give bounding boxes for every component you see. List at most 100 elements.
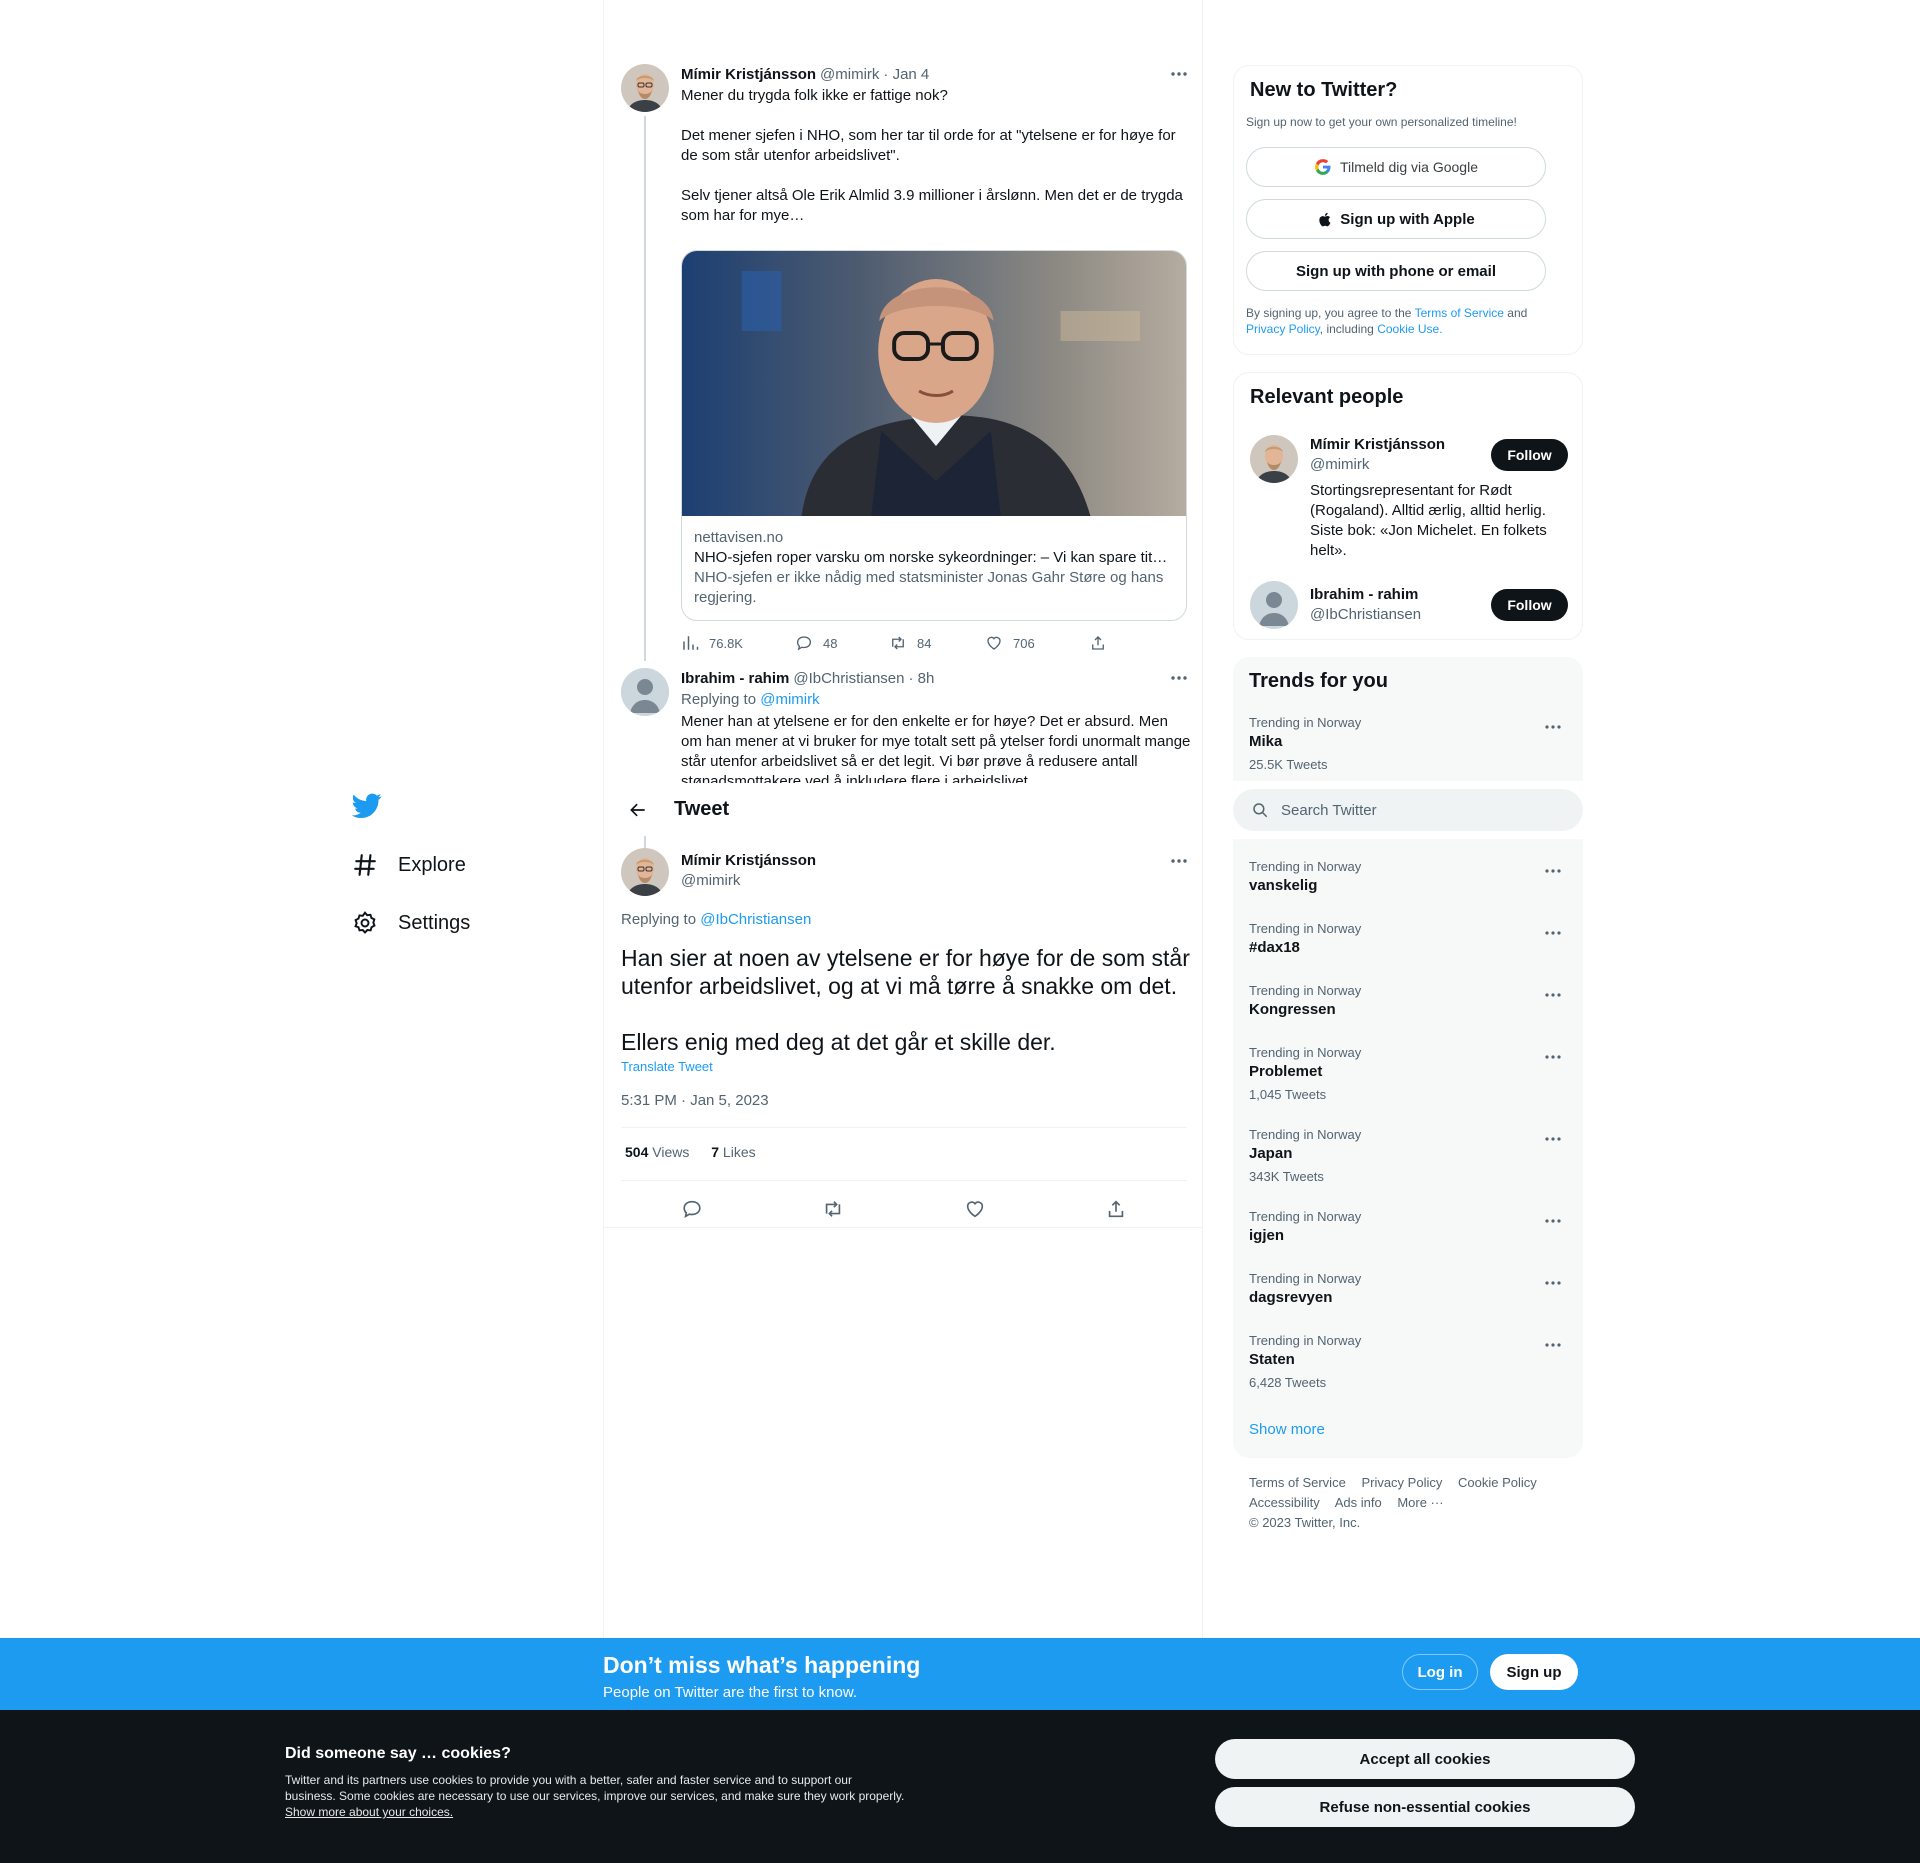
heart-icon[interactable] bbox=[964, 1198, 986, 1220]
like-action[interactable]: 706 bbox=[985, 634, 1089, 652]
tweet-time[interactable]: · 8h bbox=[908, 670, 934, 687]
footer-more-link[interactable]: More ··· bbox=[1397, 1495, 1443, 1510]
cookie-banner: Did someone say … cookies? Twitter and i… bbox=[0, 1710, 1920, 1863]
trend-item[interactable]: Trending in Norway Staten 6,428 Tweets bbox=[1233, 1333, 1583, 1399]
avatar[interactable] bbox=[1250, 581, 1298, 629]
twitter-logo-icon[interactable] bbox=[351, 790, 384, 822]
signup-bar-subheading: People on Twitter are the first to know. bbox=[603, 1684, 858, 1701]
nav-item-settings[interactable]: Settings bbox=[352, 903, 470, 943]
author-name[interactable]: Mímir Kristjánsson bbox=[681, 851, 816, 871]
more-options-icon[interactable] bbox=[1541, 861, 1565, 881]
share-icon[interactable] bbox=[1105, 1198, 1127, 1220]
trend-context: Trending in Norway bbox=[1249, 1045, 1362, 1060]
refuse-cookies-button[interactable]: Refuse non-essential cookies bbox=[1215, 1787, 1635, 1827]
google-signup-button[interactable]: Tilmeld dig via Google bbox=[1246, 147, 1546, 187]
thread-line bbox=[644, 116, 646, 661]
more-options-icon[interactable] bbox=[1541, 717, 1565, 737]
tweet-time[interactable]: · Jan 4 bbox=[883, 66, 929, 83]
person-handle[interactable]: @mimirk bbox=[1310, 455, 1445, 475]
person-name[interactable]: Ibrahim - rahim bbox=[1310, 585, 1421, 605]
author-handle[interactable]: @IbChristiansen bbox=[793, 670, 904, 687]
person-item[interactable]: Mímir Kristjánsson @mimirk Follow Storti… bbox=[1234, 431, 1584, 561]
cookie-text: Twitter and its partners use cookies to … bbox=[285, 1773, 905, 1803]
phone-email-signup-button[interactable]: Sign up with phone or email bbox=[1246, 251, 1546, 291]
tweet-timestamp[interactable]: 5:31 PM · Jan 5, 2023 bbox=[621, 1092, 769, 1109]
trend-context: Trending in Norway bbox=[1249, 1271, 1362, 1286]
avatar[interactable] bbox=[1250, 435, 1298, 483]
avatar[interactable] bbox=[621, 668, 669, 716]
likes-label: Likes bbox=[722, 1144, 756, 1160]
trend-item[interactable]: Trending in Norway Problemet 1,045 Tweet… bbox=[1233, 1045, 1583, 1111]
legal-text: , including bbox=[1319, 322, 1374, 336]
footer-ads-link[interactable]: Ads info bbox=[1335, 1495, 1382, 1510]
follow-button[interactable]: Follow bbox=[1491, 589, 1568, 621]
reply-icon[interactable] bbox=[681, 1198, 703, 1220]
search-input[interactable] bbox=[1281, 801, 1541, 819]
cookie-choices-link[interactable]: Show more about your choices. bbox=[285, 1805, 453, 1819]
person-name[interactable]: Mímir Kristjánsson bbox=[1310, 435, 1445, 455]
more-options-icon[interactable] bbox=[1541, 923, 1565, 943]
share-action[interactable] bbox=[1089, 634, 1117, 652]
avatar[interactable] bbox=[621, 64, 669, 112]
replying-to-link[interactable]: @mimirk bbox=[760, 691, 819, 708]
signup-button[interactable]: Sign up bbox=[1490, 1654, 1578, 1690]
tweet-stats: 504 Views 7 Likes bbox=[625, 1144, 756, 1160]
cookie-use-link[interactable]: Cookie Use. bbox=[1377, 322, 1442, 336]
follow-button[interactable]: Follow bbox=[1491, 439, 1568, 471]
more-options-icon[interactable] bbox=[1541, 1047, 1565, 1067]
more-options-icon[interactable] bbox=[1541, 1335, 1565, 1355]
nav-item-explore[interactable]: Explore bbox=[352, 845, 466, 885]
retweet-action[interactable]: 84 bbox=[889, 634, 985, 652]
footer-accessibility-link[interactable]: Accessibility bbox=[1249, 1495, 1320, 1510]
more-options-icon[interactable] bbox=[1541, 1211, 1565, 1231]
login-button[interactable]: Log in bbox=[1402, 1654, 1478, 1690]
footer-terms-link[interactable]: Terms of Service bbox=[1249, 1475, 1346, 1490]
views-count: 504 bbox=[625, 1144, 649, 1160]
trend-item[interactable]: Trending in Norway Mika 25.5K Tweets bbox=[1233, 715, 1583, 787]
link-card[interactable]: nettavisen.no NHO-sjefen roper varsku om… bbox=[681, 250, 1187, 621]
trend-item[interactable]: Trending in Norway Japan 343K Tweets bbox=[1233, 1127, 1583, 1193]
trend-item[interactable]: Trending in Norway Kongressen bbox=[1233, 983, 1583, 1031]
trend-name: Mika bbox=[1249, 733, 1283, 750]
views-stat[interactable]: 504 Views bbox=[625, 1144, 689, 1160]
apple-signup-button[interactable]: Sign up with Apple bbox=[1246, 199, 1546, 239]
person-item[interactable]: Ibrahim - rahim @IbChristiansen Follow bbox=[1234, 577, 1584, 637]
trends-panel: Trends for you Trending in Norway Mika 2… bbox=[1233, 657, 1583, 1458]
panel-subtitle: Sign up now to get your own personalized… bbox=[1246, 115, 1517, 129]
footer-privacy-link[interactable]: Privacy Policy bbox=[1361, 1475, 1442, 1490]
trend-item[interactable]: Trending in Norway #dax18 bbox=[1233, 921, 1583, 969]
accept-cookies-button[interactable]: Accept all cookies bbox=[1215, 1739, 1635, 1779]
trend-item[interactable]: Trending in Norway vanskelig bbox=[1233, 859, 1583, 907]
person-handle[interactable]: @IbChristiansen bbox=[1310, 605, 1421, 625]
views-action[interactable]: 76.8K bbox=[681, 634, 795, 652]
more-options-icon[interactable] bbox=[1167, 668, 1191, 688]
more-options-icon[interactable] bbox=[1167, 64, 1191, 84]
back-arrow-icon[interactable] bbox=[620, 792, 656, 828]
author-name[interactable]: Mímir Kristjánsson bbox=[681, 66, 816, 83]
tweet-header: Mímir Kristjánsson @mimirk · Jan 4 bbox=[681, 64, 1191, 84]
retweet-icon[interactable] bbox=[822, 1198, 844, 1220]
avatar[interactable] bbox=[621, 848, 669, 896]
author-handle[interactable]: @mimirk bbox=[820, 66, 879, 83]
trend-item[interactable]: Trending in Norway dagsrevyen bbox=[1233, 1271, 1583, 1319]
cookie-body: Twitter and its partners use cookies to … bbox=[285, 1772, 905, 1820]
more-options-icon[interactable] bbox=[1541, 1129, 1565, 1149]
reply-action[interactable]: 48 bbox=[795, 634, 889, 652]
more-options-icon[interactable] bbox=[1541, 1273, 1565, 1293]
likes-count: 7 bbox=[711, 1144, 720, 1160]
terms-link[interactable]: Terms of Service bbox=[1415, 306, 1504, 320]
more-options-icon[interactable] bbox=[1541, 985, 1565, 1005]
trend-name: igjen bbox=[1249, 1227, 1285, 1244]
more-options-icon[interactable] bbox=[1167, 851, 1191, 871]
trend-context: Trending in Norway bbox=[1249, 1333, 1362, 1348]
likes-stat[interactable]: 7 Likes bbox=[711, 1144, 755, 1160]
author-name[interactable]: Ibrahim - rahim bbox=[681, 670, 789, 687]
trend-item[interactable]: Trending in Norway igjen bbox=[1233, 1209, 1583, 1257]
search-box[interactable] bbox=[1233, 789, 1583, 831]
privacy-link[interactable]: Privacy Policy bbox=[1246, 322, 1320, 336]
show-more-link[interactable]: Show more bbox=[1249, 1421, 1325, 1438]
author-handle[interactable]: @mimirk bbox=[681, 871, 816, 891]
footer-cookie-link[interactable]: Cookie Policy bbox=[1458, 1475, 1537, 1490]
replying-to-link[interactable]: @IbChristiansen bbox=[700, 911, 811, 928]
translate-link[interactable]: Translate Tweet bbox=[621, 1059, 713, 1074]
